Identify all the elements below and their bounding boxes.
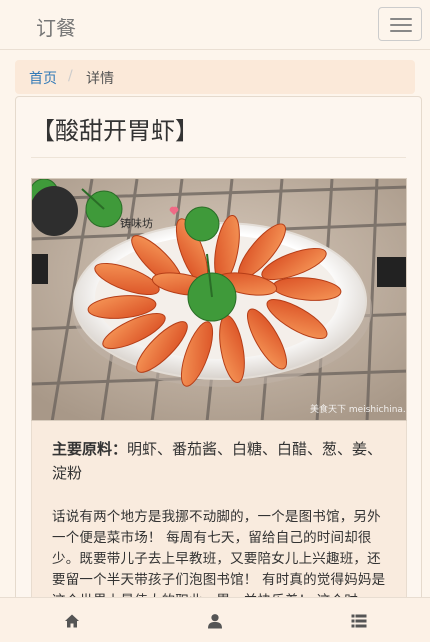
photo-watermark: 美食天下 meishichina.com: [310, 403, 407, 415]
photo-logo-text: 铸味坊: [120, 216, 153, 230]
list-icon: [351, 614, 366, 627]
tab-list[interactable]: [287, 598, 430, 642]
top-navbar: 订餐: [0, 0, 430, 50]
home-icon: [64, 614, 79, 627]
breadcrumb-separator: /: [68, 68, 73, 84]
bottom-tab-bar: [0, 597, 430, 642]
hamburger-menu-icon-bar: [390, 30, 412, 32]
title-divider: [31, 157, 406, 158]
breadcrumb-home-link[interactable]: 首页: [29, 68, 57, 88]
hamburger-menu-button[interactable]: [378, 7, 422, 41]
user-icon: [207, 613, 222, 628]
tab-user[interactable]: [143, 598, 286, 642]
breadcrumb: 首页 / 详情: [15, 60, 415, 94]
sweet-sour-shrimp-photo: 铸味坊 美食天下 meishichina.com: [31, 178, 407, 421]
tab-home[interactable]: [0, 598, 143, 642]
brand-title[interactable]: 订餐: [36, 12, 76, 41]
hamburger-menu-icon: [390, 18, 412, 20]
ingredients-label: 主要原料：: [52, 440, 128, 458]
recipe-title: 【酸甜开胃虾】: [31, 117, 199, 145]
ingredients: 主要原料：明虾、番茄酱、白糖、白醋、葱、姜、淀粉: [52, 437, 392, 485]
recipe-panel: 【酸甜开胃虾】 铸味坊 美食天下 meishichina. 主要原料：明虾、番茄…: [15, 96, 422, 642]
hamburger-menu-icon-bar: [390, 24, 412, 26]
breadcrumb-current: 详情: [86, 71, 114, 87]
